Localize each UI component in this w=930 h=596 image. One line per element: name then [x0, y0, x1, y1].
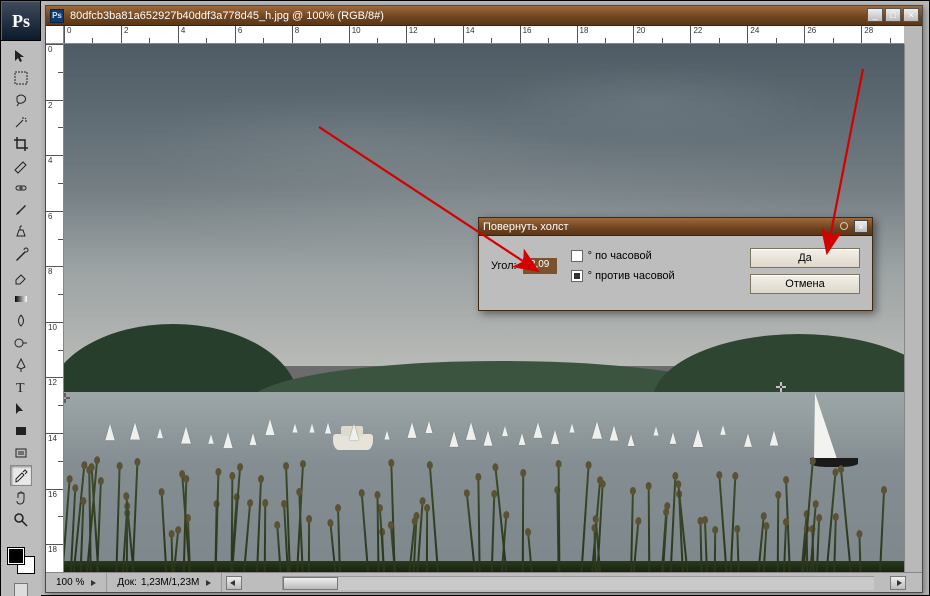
clone-stamp-tool[interactable] [10, 222, 32, 243]
horizontal-scrollbar[interactable] [282, 576, 874, 590]
document-icon: Ps [50, 9, 64, 23]
crop-tool[interactable] [10, 133, 32, 154]
radio-counterclockwise[interactable]: ° против часовой [571, 270, 675, 282]
angle-value: 2,09 [530, 259, 549, 270]
scroll-left-button[interactable] [226, 576, 242, 590]
dialog-titlebar[interactable]: Повернуть холст × [479, 218, 872, 236]
brush-tool[interactable] [10, 200, 32, 221]
status-bar: 100 % Док: 1,23M/1,23M [46, 572, 922, 592]
scrollbar-thumb[interactable] [283, 577, 338, 590]
history-brush-tool[interactable] [10, 244, 32, 265]
lasso-tool[interactable] [10, 89, 32, 110]
move-tool[interactable] [10, 45, 32, 66]
cancel-button[interactable]: Отмена [750, 274, 860, 294]
zoom-tool[interactable] [10, 509, 32, 530]
sky-region [64, 44, 904, 366]
healing-brush-tool[interactable] [10, 178, 32, 199]
marquee-tool[interactable] [10, 67, 32, 88]
ruler-origin[interactable] [46, 26, 64, 44]
window-maximize-button[interactable]: □ [885, 8, 901, 22]
rotate-canvas-dialog: Повернуть холст × Угол: 2,09 ° по часово… [478, 217, 873, 311]
eraser-tool[interactable] [10, 266, 32, 287]
toolbox: T [1, 41, 41, 596]
eyedropper-tool[interactable] [10, 465, 32, 486]
color-swatches[interactable] [8, 548, 34, 573]
document-title: 80dfcb3ba81a652927b40ddf3a778d45_h.jpg @… [70, 10, 384, 22]
dropdown-icon [206, 580, 211, 586]
zoom-level-value: 100 % [56, 577, 84, 588]
magic-wand-tool[interactable] [10, 111, 32, 132]
separator [10, 533, 32, 539]
window-minimize-button[interactable]: _ [867, 8, 883, 22]
blur-tool[interactable] [10, 310, 32, 331]
radio-ccw-label: ° против часовой [588, 270, 675, 282]
radio-cw-label: ° по часовой [588, 250, 652, 262]
radio-icon [571, 270, 583, 282]
gradient-tool[interactable] [10, 288, 32, 309]
photoshop-app: Ps T Ps [0, 0, 930, 596]
scroll-right-button[interactable] [890, 576, 906, 590]
zoom-level[interactable]: 100 % [46, 573, 107, 592]
document-titlebar[interactable]: Ps 80dfcb3ba81a652927b40ddf3a778d45_h.jp… [46, 6, 922, 26]
notes-tool[interactable] [10, 443, 32, 464]
app-logo: Ps [1, 1, 41, 41]
radio-icon [571, 250, 583, 262]
horizontal-ruler[interactable]: 0246810121416182022242628 [64, 26, 904, 44]
foreground-color-swatch[interactable] [8, 548, 24, 564]
dialog-collapse-icon[interactable] [840, 222, 848, 230]
dialog-close-button[interactable]: × [854, 220, 868, 233]
slice-tool[interactable] [10, 156, 32, 177]
canvas-right-margin [904, 44, 922, 572]
angle-label: Угол: [491, 260, 517, 272]
window-close-button[interactable]: × [903, 8, 919, 22]
standard-mode-icon[interactable] [14, 583, 28, 596]
measure-marker [64, 393, 70, 403]
svg-text:T: T [16, 381, 25, 395]
pen-tool[interactable] [10, 355, 32, 376]
dropdown-icon [91, 580, 96, 586]
app-logo-text: Ps [12, 11, 30, 32]
dodge-tool[interactable] [10, 332, 32, 353]
measure-marker [776, 382, 786, 392]
hand-tool[interactable] [10, 487, 32, 508]
type-tool[interactable]: T [10, 377, 32, 398]
doc-size-label: Док: [117, 577, 137, 588]
ok-button[interactable]: Да [750, 248, 860, 268]
doc-size[interactable]: Док: 1,23M/1,23M [107, 573, 222, 592]
radio-clockwise[interactable]: ° по часовой [571, 250, 675, 262]
dialog-title: Повернуть холст [483, 221, 569, 233]
vertical-ruler[interactable]: 024681012141618 [46, 44, 64, 572]
rectangle-tool[interactable] [10, 421, 32, 442]
angle-input[interactable]: 2,09 [523, 258, 557, 274]
path-selection-tool[interactable] [10, 399, 32, 420]
quick-mask-toggle[interactable] [14, 583, 28, 596]
doc-size-value: 1,23M/1,23M [141, 577, 199, 588]
reeds-region [64, 435, 904, 572]
